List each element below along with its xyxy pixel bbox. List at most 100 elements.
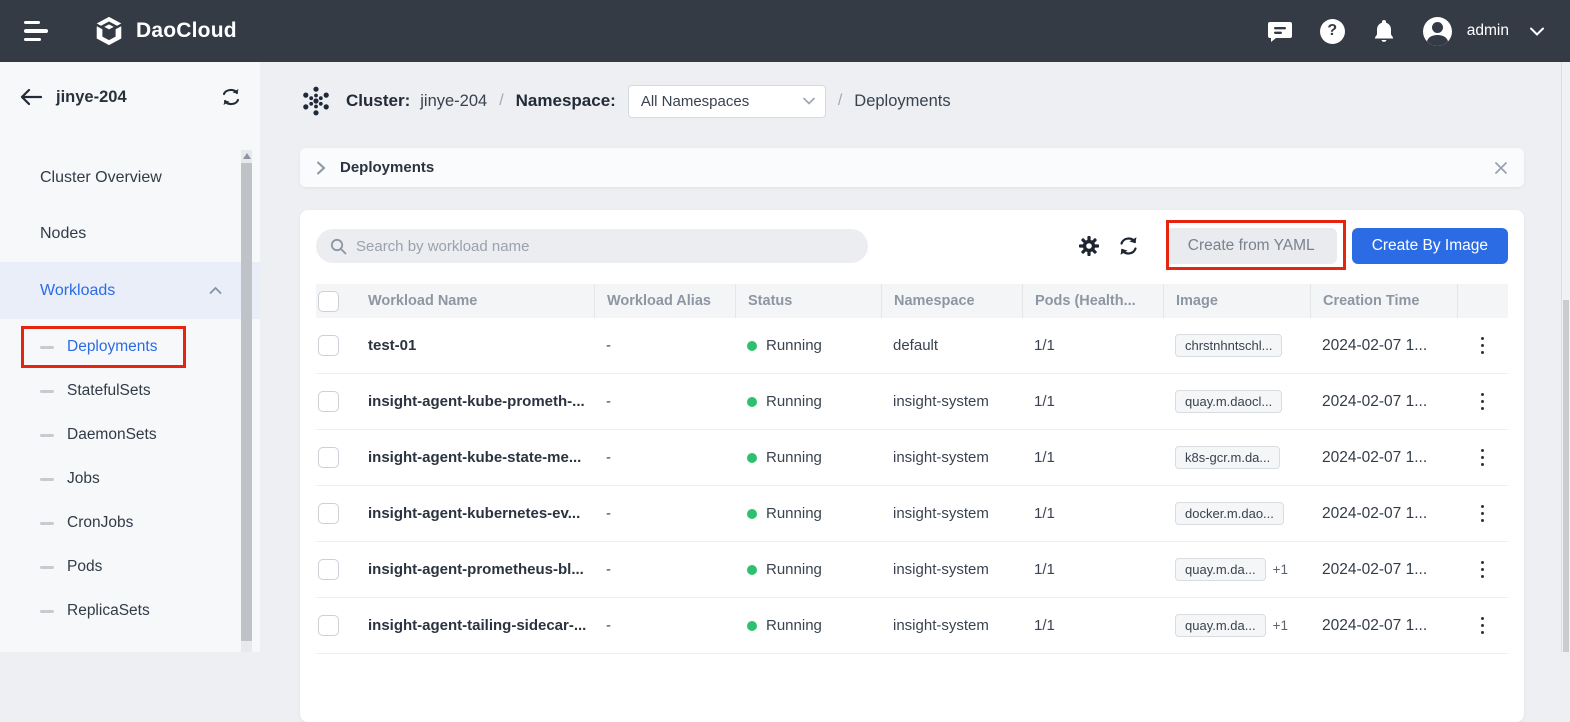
row-checkbox[interactable] xyxy=(318,335,339,356)
workload-alias: - xyxy=(594,561,735,578)
workload-image: quay.m.da...+1 xyxy=(1163,558,1310,581)
sidebar-item-cronjobs[interactable]: CronJobs xyxy=(0,501,260,545)
panel-close-icon[interactable] xyxy=(1494,161,1508,175)
sidebar-item-replicasets[interactable]: ReplicaSets xyxy=(0,589,260,633)
workload-namespace: insight-system xyxy=(881,561,1022,578)
submenu-dash-icon xyxy=(40,434,54,437)
row-checkbox[interactable] xyxy=(318,559,339,580)
column-header[interactable]: Workload Alias xyxy=(594,284,735,318)
page-scrollbar[interactable] xyxy=(1561,62,1570,652)
row-actions-kebab-icon[interactable] xyxy=(1475,333,1491,359)
workload-pods: 1/1 xyxy=(1022,449,1163,466)
workload-name[interactable]: test-01 xyxy=(356,337,594,354)
workloads-card: Create from YAML Create By Image Workloa… xyxy=(300,210,1524,722)
table-settings-gear-icon[interactable] xyxy=(1078,235,1100,257)
workload-name[interactable]: insight-agent-kubernetes-ev... xyxy=(356,505,594,522)
column-header[interactable]: Image xyxy=(1163,284,1310,318)
column-header[interactable]: Status xyxy=(735,284,881,318)
workload-name[interactable]: insight-agent-kube-state-me... xyxy=(356,449,594,466)
notifications-bell-icon[interactable] xyxy=(1372,18,1396,44)
column-header[interactable]: Namespace xyxy=(881,284,1022,318)
sidebar-item-pods[interactable]: Pods xyxy=(0,545,260,589)
cluster-title: jinye-204 xyxy=(56,88,127,107)
sidebar-item-deployments[interactable]: Deployments xyxy=(0,325,260,369)
cluster-dots-icon xyxy=(300,85,332,117)
status-text: Running xyxy=(766,337,822,354)
status-dot xyxy=(747,453,757,463)
submenu-dash-icon xyxy=(40,346,54,349)
row-actions-kebab-icon[interactable] xyxy=(1475,613,1491,639)
workload-created: 2024-02-07 1... xyxy=(1310,561,1457,579)
namespace-select-value: All Namespaces xyxy=(641,93,749,110)
workload-created: 2024-02-07 1... xyxy=(1310,393,1457,411)
image-extra-count: +1 xyxy=(1273,618,1288,633)
status-dot xyxy=(747,397,757,407)
search-input[interactable] xyxy=(356,238,854,255)
switch-cluster-icon[interactable] xyxy=(220,87,242,107)
workload-name[interactable]: insight-agent-kube-prometh-... xyxy=(356,393,594,410)
messages-icon[interactable] xyxy=(1267,18,1293,44)
toolbar: Create from YAML Create By Image xyxy=(316,228,1508,264)
select-all-checkbox[interactable] xyxy=(318,291,339,312)
sidebar-item-daemonsets[interactable]: DaemonSets xyxy=(0,413,260,457)
search-icon xyxy=(330,238,347,255)
user-avatar[interactable] xyxy=(1423,17,1452,46)
image-chip: chrstnhntschl... xyxy=(1175,334,1282,357)
row-actions-kebab-icon[interactable] xyxy=(1475,501,1491,527)
row-actions-kebab-icon[interactable] xyxy=(1475,445,1491,471)
table-row: insight-agent-tailing-sidecar-... - Runn… xyxy=(316,598,1508,654)
sidebar-item-label: Pods xyxy=(67,558,102,576)
brand[interactable]: DaoCloud xyxy=(92,14,237,48)
sidebar-item-workloads[interactable]: Workloads xyxy=(0,262,260,319)
sidebar-item-cluster-overview[interactable]: Cluster Overview xyxy=(0,150,260,206)
select-chevron-down-icon xyxy=(803,97,815,105)
row-checkbox[interactable] xyxy=(318,615,339,636)
page-scrollbar-thumb[interactable] xyxy=(1563,300,1569,652)
row-actions-kebab-icon[interactable] xyxy=(1475,557,1491,583)
status-text: Running xyxy=(766,449,822,466)
column-header[interactable]: Pods (Health... xyxy=(1022,284,1163,318)
sidebar-item-statefulsets[interactable]: StatefulSets xyxy=(0,369,260,413)
namespace-select[interactable]: All Namespaces xyxy=(628,85,826,118)
user-name[interactable]: admin xyxy=(1467,22,1509,40)
panel-chevron-right-icon[interactable] xyxy=(316,161,326,175)
search-box[interactable] xyxy=(316,229,868,263)
workload-image: quay.m.daocl... xyxy=(1163,390,1310,413)
sidebar: jinye-204 Cluster Overview NodesWorkloads… xyxy=(0,62,260,652)
workload-alias: - xyxy=(594,617,735,634)
workload-name[interactable]: insight-agent-prometheus-bl... xyxy=(356,561,594,578)
sidebar-item-label: DaemonSets xyxy=(67,426,157,444)
cluster-value[interactable]: jinye-204 xyxy=(420,92,487,111)
sidebar-item-jobs[interactable]: Jobs xyxy=(0,457,260,501)
breadcrumb: Cluster: jinye-204 / Namespace: All Name… xyxy=(300,83,951,119)
row-checkbox[interactable] xyxy=(318,503,339,524)
sidebar-scrollbar-thumb[interactable] xyxy=(241,163,252,641)
help-icon[interactable]: ? xyxy=(1320,19,1345,44)
row-actions-kebab-icon[interactable] xyxy=(1475,389,1491,415)
create-from-yaml-button[interactable]: Create from YAML xyxy=(1166,228,1337,264)
row-checkbox[interactable] xyxy=(318,391,339,412)
workload-name[interactable]: insight-agent-tailing-sidecar-... xyxy=(356,617,594,634)
column-header[interactable]: Creation Time xyxy=(1310,284,1457,318)
chevron-up-icon[interactable] xyxy=(209,286,222,295)
column-header[interactable]: Workload Name xyxy=(356,284,594,318)
scrollbar-up-arrow-icon[interactable] xyxy=(243,153,251,159)
user-menu-chevron-down-icon[interactable] xyxy=(1530,27,1544,36)
create-by-image-button[interactable]: Create By Image xyxy=(1352,228,1508,264)
workload-status: Running xyxy=(735,337,881,354)
sidebar-item-label: CronJobs xyxy=(67,514,133,532)
workload-pods: 1/1 xyxy=(1022,617,1163,634)
menu-hamburger-icon[interactable] xyxy=(24,20,52,42)
status-dot xyxy=(747,341,757,351)
sidebar-item-nodes[interactable]: Nodes xyxy=(0,206,260,262)
status-text: Running xyxy=(766,617,822,634)
sidebar-scrollbar[interactable] xyxy=(241,150,252,652)
sidebar-item-label: Cluster Overview xyxy=(40,169,162,187)
breadcrumb-page: Deployments xyxy=(854,92,950,111)
workload-pods: 1/1 xyxy=(1022,505,1163,522)
image-chip: quay.m.da... xyxy=(1175,558,1266,581)
workload-status: Running xyxy=(735,505,881,522)
row-checkbox[interactable] xyxy=(318,447,339,468)
refresh-icon[interactable] xyxy=(1117,235,1140,257)
back-arrow-icon[interactable] xyxy=(20,88,42,106)
